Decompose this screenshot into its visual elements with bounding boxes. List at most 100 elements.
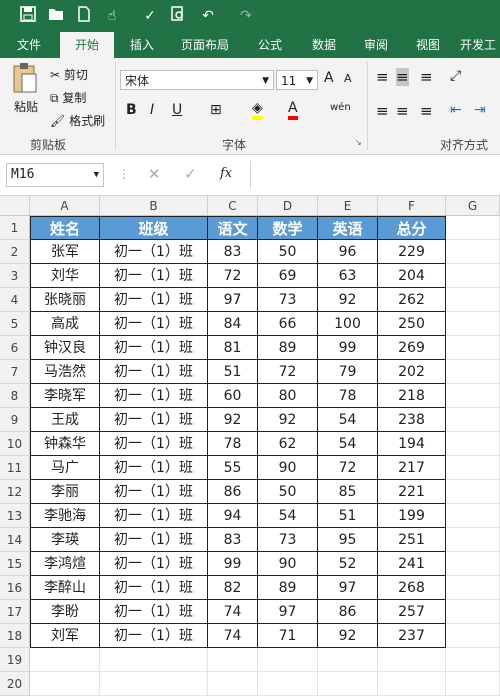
table-cell[interactable]: 251 xyxy=(378,528,446,552)
table-cell[interactable]: 96 xyxy=(318,240,378,264)
align-bottom-icon[interactable]: ≡ xyxy=(420,68,433,86)
table-cell[interactable]: 237 xyxy=(378,624,446,648)
enter-icon[interactable]: ✓ xyxy=(184,165,197,183)
table-cell[interactable]: 钟汉良 xyxy=(30,336,100,360)
table-cell[interactable]: 初一（1）班 xyxy=(100,576,208,600)
name-box[interactable]: M16 ▼ xyxy=(6,163,104,187)
table-cell[interactable]: 257 xyxy=(378,600,446,624)
tab-page-layout[interactable]: 页面布局 xyxy=(172,32,238,58)
table-cell[interactable]: 238 xyxy=(378,408,446,432)
empty-cell[interactable] xyxy=(446,576,500,600)
header-cell[interactable]: 数学 xyxy=(258,216,318,240)
empty-cell[interactable] xyxy=(378,672,446,696)
empty-cell[interactable] xyxy=(30,648,100,672)
align-left-icon[interactable]: ≡ xyxy=(376,102,389,120)
table-cell[interactable]: 初一（1）班 xyxy=(100,528,208,552)
table-cell[interactable]: 51 xyxy=(318,504,378,528)
table-cell[interactable]: 初一（1）班 xyxy=(100,624,208,648)
column-header-b[interactable]: B xyxy=(100,196,208,216)
insert-function-button[interactable]: fx xyxy=(220,166,232,181)
table-cell[interactable]: 97 xyxy=(318,576,378,600)
table-cell[interactable]: 90 xyxy=(258,552,318,576)
empty-cell[interactable] xyxy=(446,480,500,504)
table-cell[interactable]: 63 xyxy=(318,264,378,288)
table-cell[interactable]: 李晓军 xyxy=(30,384,100,408)
table-cell[interactable]: 马浩然 xyxy=(30,360,100,384)
select-all-corner[interactable] xyxy=(0,196,30,216)
border-icon[interactable]: ⊞ xyxy=(210,102,222,118)
table-cell[interactable]: 初一（1）班 xyxy=(100,552,208,576)
header-cell[interactable]: 英语 xyxy=(318,216,378,240)
font-size-select[interactable]: 11 ▼ xyxy=(276,70,318,90)
table-cell[interactable]: 99 xyxy=(208,552,258,576)
table-cell[interactable]: 初一（1）班 xyxy=(100,360,208,384)
column-header-a[interactable]: A xyxy=(30,196,100,216)
table-cell[interactable]: 李盼 xyxy=(30,600,100,624)
print-preview-icon[interactable] xyxy=(168,6,188,26)
table-cell[interactable]: 初一（1）班 xyxy=(100,504,208,528)
table-cell[interactable]: 204 xyxy=(378,264,446,288)
row-header-11[interactable]: 11 xyxy=(0,456,30,480)
table-cell[interactable]: 268 xyxy=(378,576,446,600)
table-cell[interactable]: 74 xyxy=(208,600,258,624)
table-cell[interactable]: 初一（1）班 xyxy=(100,432,208,456)
table-cell[interactable]: 94 xyxy=(208,504,258,528)
table-cell[interactable]: 李鸿煊 xyxy=(30,552,100,576)
empty-cell[interactable] xyxy=(446,312,500,336)
table-cell[interactable]: 97 xyxy=(208,288,258,312)
empty-cell[interactable] xyxy=(208,648,258,672)
table-cell[interactable]: 218 xyxy=(378,384,446,408)
table-cell[interactable]: 250 xyxy=(378,312,446,336)
header-cell[interactable]: 语文 xyxy=(208,216,258,240)
empty-cell[interactable] xyxy=(378,648,446,672)
table-cell[interactable]: 86 xyxy=(318,600,378,624)
table-cell[interactable]: 69 xyxy=(258,264,318,288)
table-cell[interactable]: 86 xyxy=(208,480,258,504)
table-cell[interactable]: 51 xyxy=(208,360,258,384)
row-header-9[interactable]: 9 xyxy=(0,408,30,432)
table-cell[interactable]: 初一（1）班 xyxy=(100,288,208,312)
touch-mode-icon[interactable]: ☝ xyxy=(102,6,122,26)
empty-cell[interactable] xyxy=(258,672,318,696)
header-cell[interactable]: 姓名 xyxy=(30,216,100,240)
row-header-12[interactable]: 12 xyxy=(0,480,30,504)
empty-cell[interactable] xyxy=(446,456,500,480)
empty-cell[interactable] xyxy=(446,408,500,432)
font-color-button[interactable]: A xyxy=(288,100,298,120)
format-painter-button[interactable]: 🖌 格式刷 xyxy=(50,112,105,129)
table-cell[interactable]: 50 xyxy=(258,240,318,264)
fill-color-icon[interactable]: ◈ xyxy=(252,100,263,120)
table-cell[interactable]: 81 xyxy=(208,336,258,360)
table-cell[interactable]: 262 xyxy=(378,288,446,312)
row-header-3[interactable]: 3 xyxy=(0,264,30,288)
shrink-font-button[interactable]: A xyxy=(344,72,352,85)
cut-button[interactable]: ✂ 剪切 xyxy=(50,66,88,83)
table-cell[interactable]: 初一（1）班 xyxy=(100,600,208,624)
empty-cell[interactable] xyxy=(446,624,500,648)
table-cell[interactable]: 95 xyxy=(318,528,378,552)
table-cell[interactable]: 82 xyxy=(208,576,258,600)
formula-input[interactable] xyxy=(250,161,500,189)
header-cell[interactable]: 班级 xyxy=(100,216,208,240)
row-header-19[interactable]: 19 xyxy=(0,648,30,672)
table-cell[interactable]: 张晓丽 xyxy=(30,288,100,312)
tab-home[interactable]: 开始 xyxy=(60,32,114,58)
row-header-10[interactable]: 10 xyxy=(0,432,30,456)
table-cell[interactable]: 217 xyxy=(378,456,446,480)
table-cell[interactable]: 初一（1）班 xyxy=(100,336,208,360)
row-header-2[interactable]: 2 xyxy=(0,240,30,264)
table-cell[interactable]: 高成 xyxy=(30,312,100,336)
row-header-20[interactable]: 20 xyxy=(0,672,30,696)
align-right-icon[interactable]: ≡ xyxy=(420,102,433,120)
table-cell[interactable]: 83 xyxy=(208,528,258,552)
row-header-13[interactable]: 13 xyxy=(0,504,30,528)
row-header-8[interactable]: 8 xyxy=(0,384,30,408)
tab-data[interactable]: 数据 xyxy=(300,32,348,58)
tab-file[interactable]: 文件 xyxy=(0,32,58,58)
grow-font-button[interactable]: A xyxy=(324,70,334,86)
column-header-d[interactable]: D xyxy=(258,196,318,216)
table-cell[interactable]: 92 xyxy=(318,288,378,312)
table-cell[interactable]: 85 xyxy=(318,480,378,504)
table-cell[interactable]: 89 xyxy=(258,576,318,600)
underline-button[interactable]: U xyxy=(172,102,182,118)
